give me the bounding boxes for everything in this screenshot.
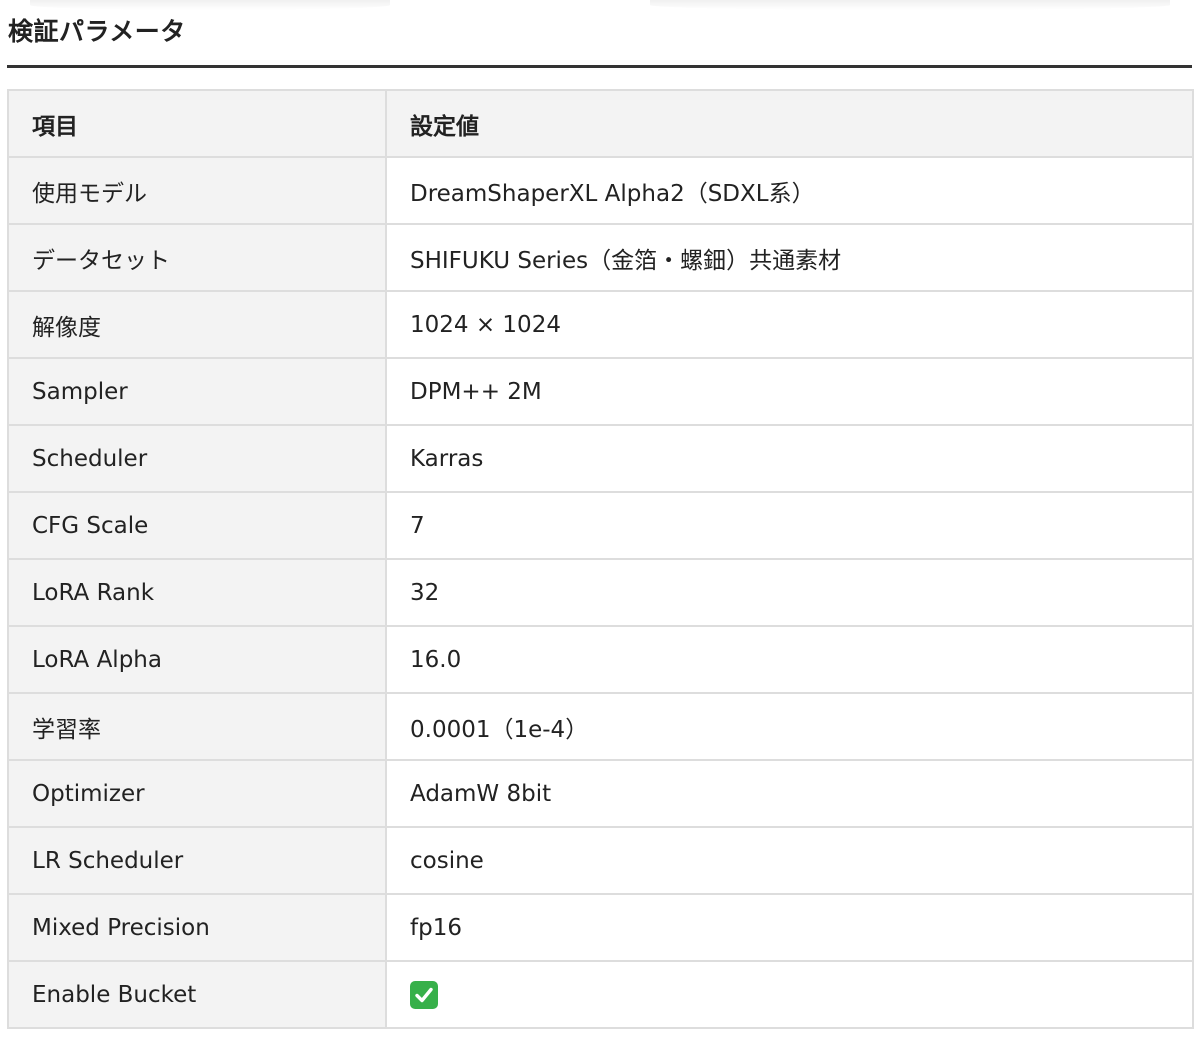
row-key: CFG Scale <box>7 491 387 560</box>
table-header-row: 項目 設定値 <box>7 89 1194 158</box>
table-row: LR Scheduler cosine <box>7 826 1194 895</box>
row-value: AdamW 8bit <box>385 759 1194 828</box>
column-header-value: 設定値 <box>385 89 1194 158</box>
table-row: 学習率 0.0001（1e-4） <box>7 692 1194 761</box>
table-row: CFG Scale 7 <box>7 491 1194 560</box>
table-row: LoRA Alpha 16.0 <box>7 625 1194 694</box>
column-header-item: 項目 <box>7 89 387 158</box>
parameters-table: 項目 設定値 使用モデル DreamShaperXL Alpha2（SDXL系）… <box>7 89 1194 1029</box>
row-key: Scheduler <box>7 424 387 493</box>
row-key: 学習率 <box>7 692 387 761</box>
row-key: Optimizer <box>7 759 387 828</box>
table-row: Sampler DPM++ 2M <box>7 357 1194 426</box>
row-key: Sampler <box>7 357 387 426</box>
row-key: Enable Bucket <box>7 960 387 1029</box>
table-row: LoRA Rank 32 <box>7 558 1194 627</box>
row-value: 1024 × 1024 <box>385 290 1194 359</box>
row-key: 解像度 <box>7 290 387 359</box>
table-row: 使用モデル DreamShaperXL Alpha2（SDXL系） <box>7 156 1194 225</box>
row-value <box>385 960 1194 1029</box>
row-key: LoRA Rank <box>7 558 387 627</box>
section-heading: 検証パラメータ <box>8 17 186 46</box>
table-row: Optimizer AdamW 8bit <box>7 759 1194 828</box>
row-key: 使用モデル <box>7 156 387 225</box>
row-value: 7 <box>385 491 1194 560</box>
row-value: 32 <box>385 558 1194 627</box>
top-shadow-right <box>650 0 1170 10</box>
heading-underline <box>7 65 1192 68</box>
row-value: SHIFUKU Series（金箔・螺鈿）共通素材 <box>385 223 1194 292</box>
check-mark-icon <box>410 980 438 1009</box>
row-key: データセット <box>7 223 387 292</box>
table-row: Mixed Precision fp16 <box>7 893 1194 962</box>
row-value: cosine <box>385 826 1194 895</box>
table-row: Enable Bucket <box>7 960 1194 1029</box>
table-row: Scheduler Karras <box>7 424 1194 493</box>
row-value: Karras <box>385 424 1194 493</box>
row-value: fp16 <box>385 893 1194 962</box>
table-row: データセット SHIFUKU Series（金箔・螺鈿）共通素材 <box>7 223 1194 292</box>
top-shadow-left <box>30 0 390 10</box>
row-value: DPM++ 2M <box>385 357 1194 426</box>
row-value: DreamShaperXL Alpha2（SDXL系） <box>385 156 1194 225</box>
row-key: LoRA Alpha <box>7 625 387 694</box>
row-value: 0.0001（1e-4） <box>385 692 1194 761</box>
table-row: 解像度 1024 × 1024 <box>7 290 1194 359</box>
row-value: 16.0 <box>385 625 1194 694</box>
row-key: LR Scheduler <box>7 826 387 895</box>
row-key: Mixed Precision <box>7 893 387 962</box>
